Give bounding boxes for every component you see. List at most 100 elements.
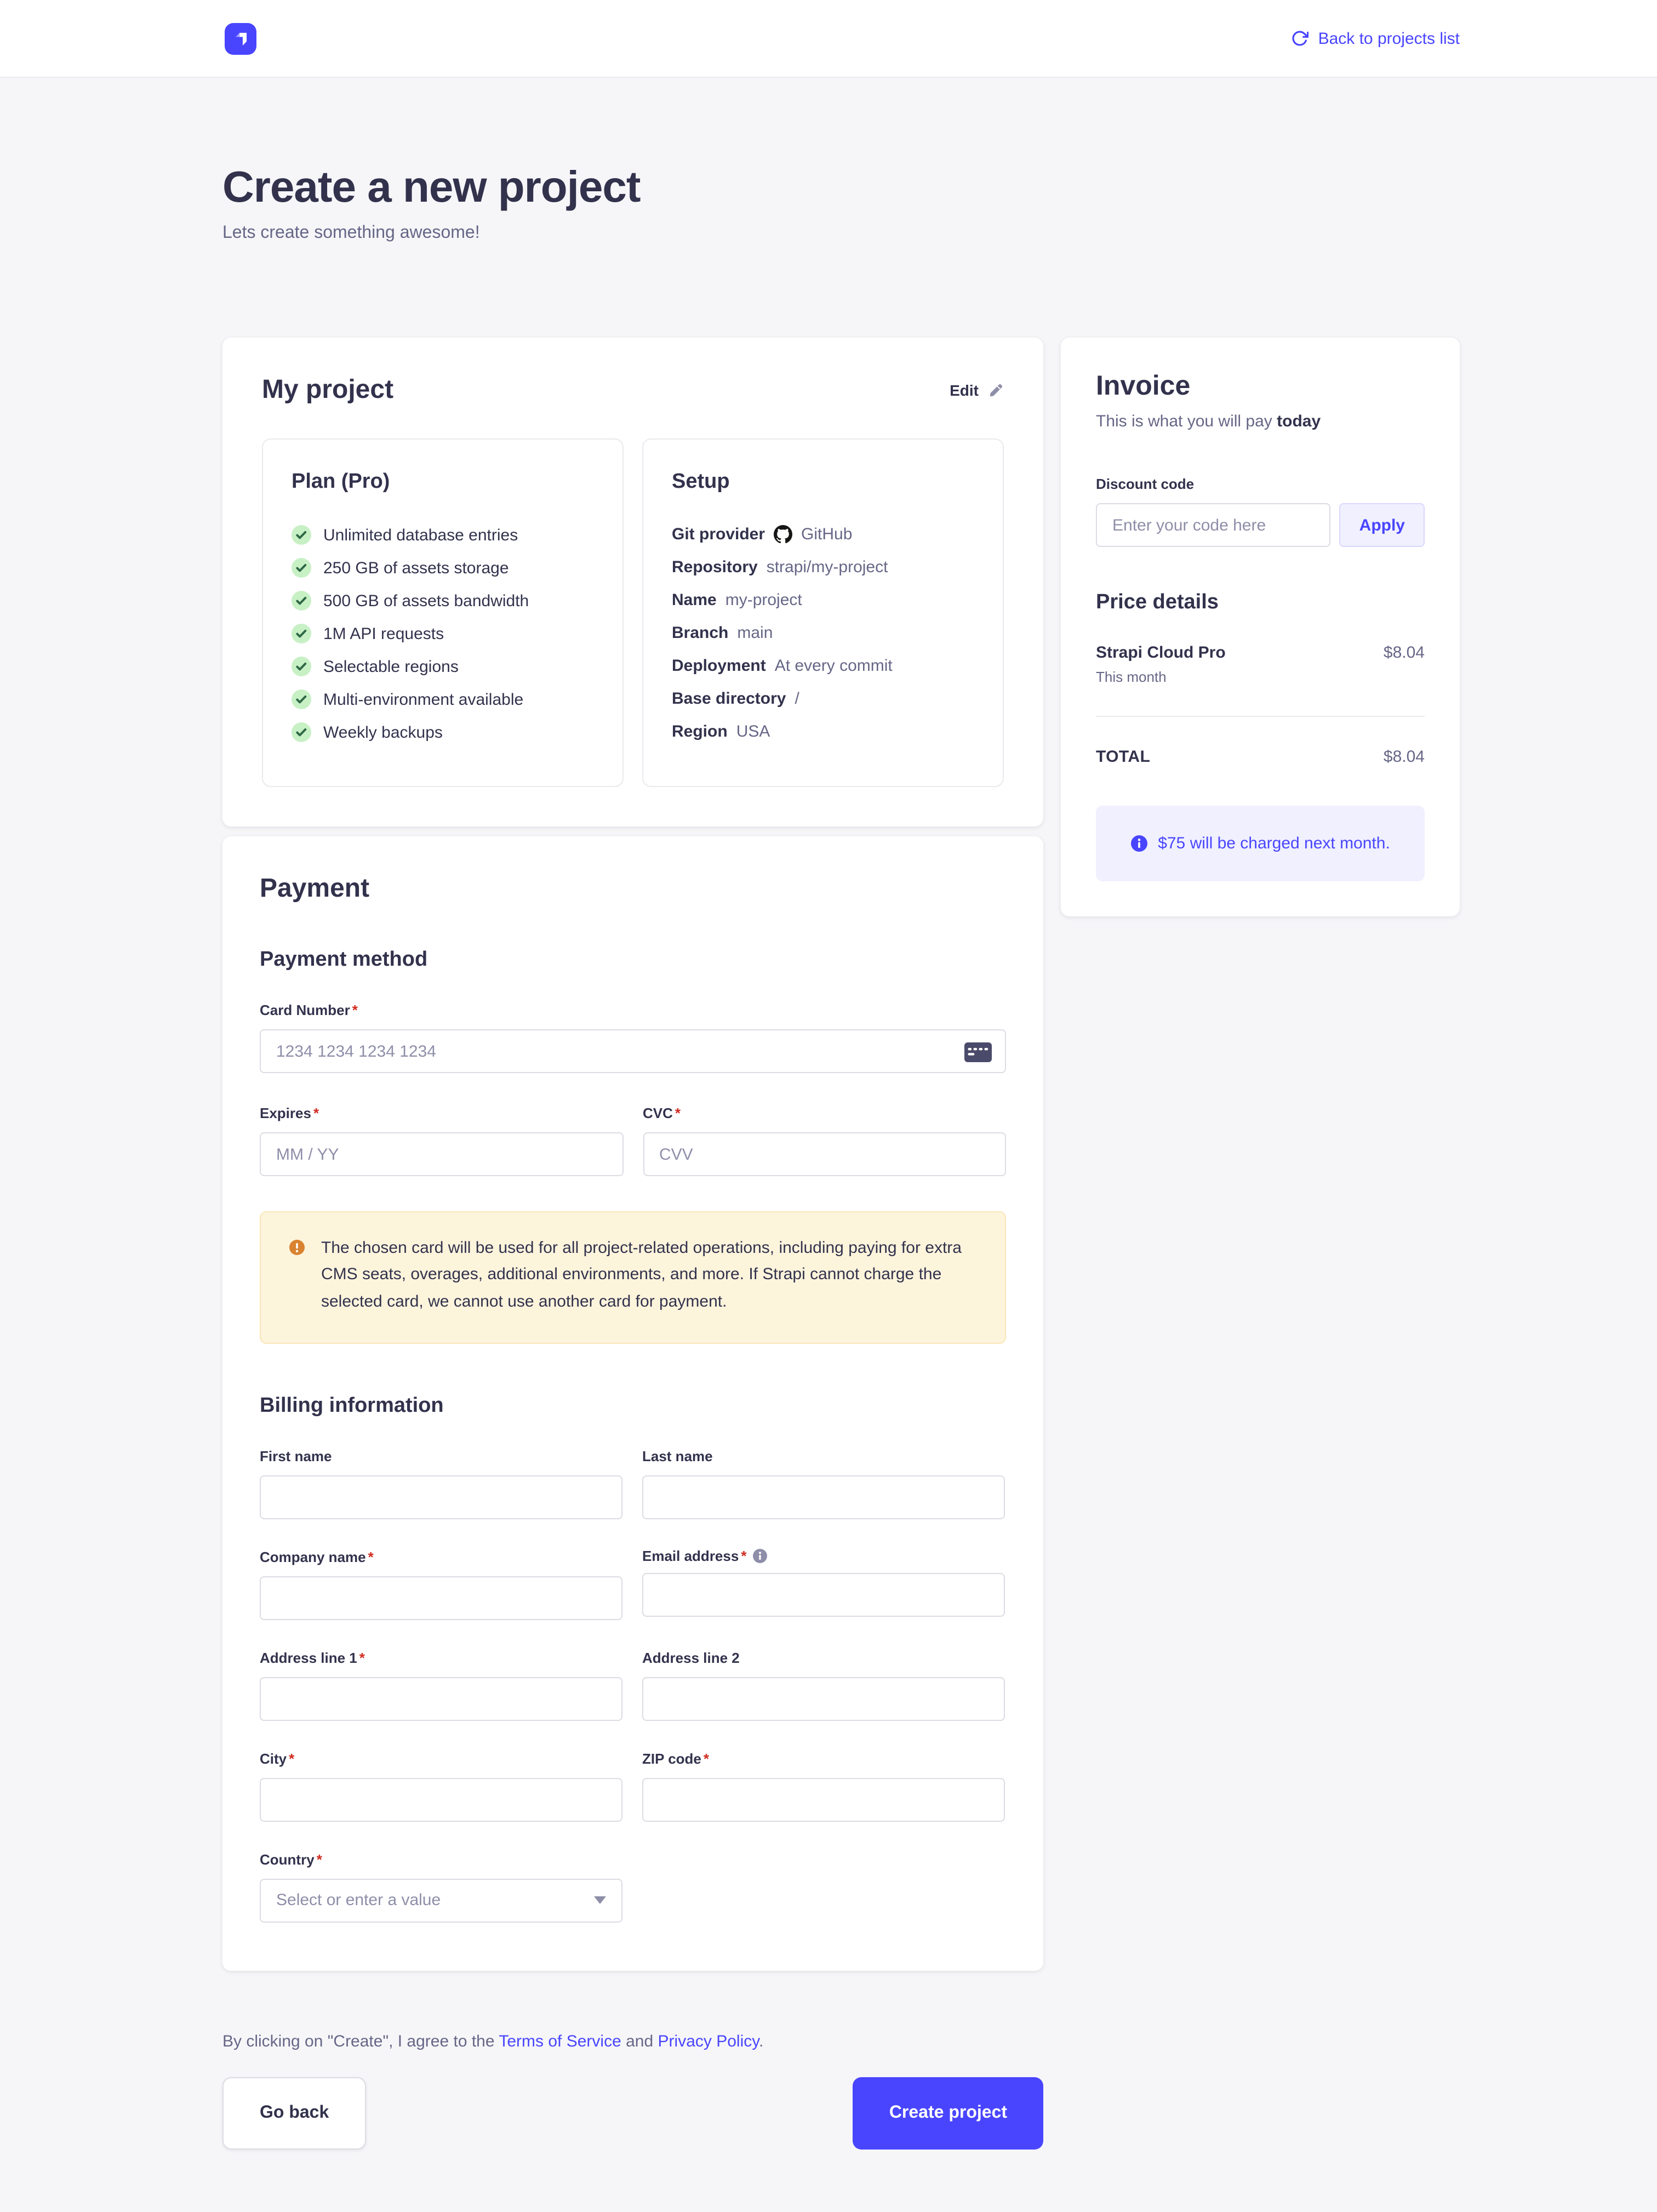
- card-number-field: Card Number*: [260, 1001, 1006, 1073]
- required-asterisk: *: [313, 1105, 319, 1121]
- address-line2-field: Address line 2: [642, 1649, 1005, 1721]
- apply-button[interactable]: Apply: [1340, 503, 1425, 547]
- check-icon: [292, 624, 311, 643]
- company-name-field: Company name*: [260, 1548, 622, 1620]
- notice-text: $75 will be charged next month.: [1158, 834, 1390, 853]
- setup-title: Setup: [672, 470, 974, 494]
- required-asterisk: *: [741, 1548, 746, 1564]
- country-placeholder: Select or enter a value: [276, 1891, 441, 1910]
- address-line2-input[interactable]: [642, 1677, 1005, 1721]
- required-asterisk: *: [675, 1105, 681, 1121]
- plan-feature-list: Unlimited database entries 250 GB of ass…: [292, 525, 594, 742]
- back-arrow-icon: [1291, 30, 1309, 47]
- price-details-title: Price details: [1096, 591, 1425, 615]
- address-line1-label: Address line 1*: [260, 1650, 365, 1666]
- github-icon: [774, 525, 792, 544]
- invoice-title: Invoice: [1096, 370, 1425, 402]
- invoice-card: Invoice This is what you will pay today …: [1061, 338, 1460, 916]
- price-item-amount: $8.04: [1384, 643, 1425, 662]
- plan-feature: Weekly backups: [292, 722, 594, 742]
- info-icon: [1130, 835, 1147, 852]
- privacy-policy-link[interactable]: Privacy Policy: [658, 2032, 759, 2051]
- warning-text: The chosen card will be used for all pro…: [321, 1235, 976, 1315]
- create-project-button[interactable]: Create project: [853, 2077, 1043, 2150]
- first-name-field: First name: [260, 1447, 622, 1519]
- page-title: Create a new project: [222, 163, 1460, 213]
- required-asterisk: *: [359, 1650, 365, 1666]
- price-line-item: Strapi Cloud Pro This month $8.04: [1096, 643, 1425, 685]
- topbar: Back to projects list: [0, 0, 1657, 78]
- expires-label: Expires*: [260, 1105, 319, 1121]
- total-amount: $8.04: [1384, 748, 1425, 766]
- card-number-input[interactable]: [260, 1029, 1006, 1073]
- footer: By clicking on "Create", I agree to the …: [222, 2032, 1460, 2150]
- required-asterisk: *: [704, 1751, 709, 1767]
- my-project-card: My project Edit Plan (Pro): [222, 338, 1043, 826]
- terms-text: By clicking on "Create", I agree to the …: [222, 2032, 1460, 2051]
- address-line2-label: Address line 2: [642, 1650, 740, 1666]
- setup-row-git-provider: Git provider GitHub: [672, 525, 974, 544]
- expires-input[interactable]: [260, 1132, 623, 1176]
- first-name-input[interactable]: [260, 1475, 622, 1519]
- zip-code-label: ZIP code*: [642, 1751, 709, 1767]
- plan-title: Plan (Pro): [292, 470, 594, 494]
- cvc-input[interactable]: [643, 1132, 1006, 1176]
- setup-row-base-directory: Base directory /: [672, 689, 974, 708]
- required-asterisk: *: [352, 1002, 358, 1018]
- check-icon: [292, 558, 311, 578]
- check-icon: [292, 591, 311, 611]
- warning-icon: [289, 1240, 305, 1255]
- back-to-projects-link[interactable]: Back to projects list: [1291, 29, 1460, 48]
- address-line1-input[interactable]: [260, 1677, 622, 1721]
- page-head: Create a new project Lets create somethi…: [222, 163, 1460, 243]
- email-address-input[interactable]: [642, 1573, 1005, 1617]
- plan-box: Plan (Pro) Unlimited database entries 25…: [262, 438, 624, 787]
- email-address-field: Email address*: [642, 1548, 1005, 1620]
- payment-card: Payment Payment method Card Number*: [222, 836, 1043, 1971]
- price-item-period: This month: [1096, 669, 1226, 685]
- card-usage-warning: The chosen card will be used for all pro…: [260, 1211, 1006, 1344]
- company-name-label: Company name*: [260, 1549, 374, 1565]
- required-asterisk: *: [317, 1851, 322, 1868]
- city-input[interactable]: [260, 1778, 622, 1822]
- next-month-notice: $75 will be charged next month.: [1096, 806, 1425, 881]
- discount-block: Discount code Apply: [1096, 475, 1425, 547]
- strapi-logo[interactable]: [225, 22, 256, 54]
- payment-title: Payment: [260, 874, 1006, 904]
- plan-feature: Selectable regions: [292, 657, 594, 676]
- chevron-down-icon: [594, 1897, 606, 1905]
- city-field: City*: [260, 1749, 622, 1822]
- discount-code-input[interactable]: [1096, 503, 1331, 547]
- edit-label: Edit: [950, 381, 979, 399]
- plan-feature: 500 GB of assets bandwidth: [292, 591, 594, 611]
- cvc-field: CVC*: [643, 1104, 1006, 1176]
- plan-feature: 1M API requests: [292, 624, 594, 643]
- setup-box: Setup Git provider GitHub Repository: [642, 438, 1004, 787]
- my-project-title: My project: [262, 375, 393, 406]
- check-icon: [292, 722, 311, 742]
- terms-of-service-link[interactable]: Terms of Service: [499, 2032, 621, 2051]
- info-icon[interactable]: [753, 1549, 767, 1563]
- country-label: Country*: [260, 1851, 322, 1868]
- go-back-button[interactable]: Go back: [222, 2077, 366, 2150]
- company-name-input[interactable]: [260, 1576, 622, 1620]
- setup-row-deployment: Deployment At every commit: [672, 657, 974, 675]
- country-select[interactable]: Select or enter a value: [260, 1879, 622, 1923]
- strapi-logo-icon: [228, 26, 253, 50]
- back-link-label: Back to projects list: [1318, 29, 1460, 48]
- edit-button[interactable]: Edit: [950, 381, 1004, 399]
- price-item-name: Strapi Cloud Pro: [1096, 643, 1226, 662]
- cvc-label: CVC*: [643, 1105, 681, 1121]
- plan-feature: Multi-environment available: [292, 689, 594, 709]
- email-address-label: Email address*: [642, 1548, 1005, 1564]
- billing-grid: First name Last name Company name* Email…: [260, 1447, 1006, 1822]
- first-name-label: First name: [260, 1448, 332, 1464]
- last-name-input[interactable]: [642, 1475, 1005, 1519]
- total-row: TOTAL $8.04: [1096, 748, 1425, 766]
- plan-feature: 250 GB of assets storage: [292, 558, 594, 578]
- setup-row-branch: Branch main: [672, 624, 974, 642]
- expires-field: Expires*: [260, 1104, 623, 1176]
- discount-code-label: Discount code: [1096, 476, 1194, 492]
- zip-code-input[interactable]: [642, 1778, 1005, 1822]
- setup-row-region: Region USA: [672, 722, 974, 741]
